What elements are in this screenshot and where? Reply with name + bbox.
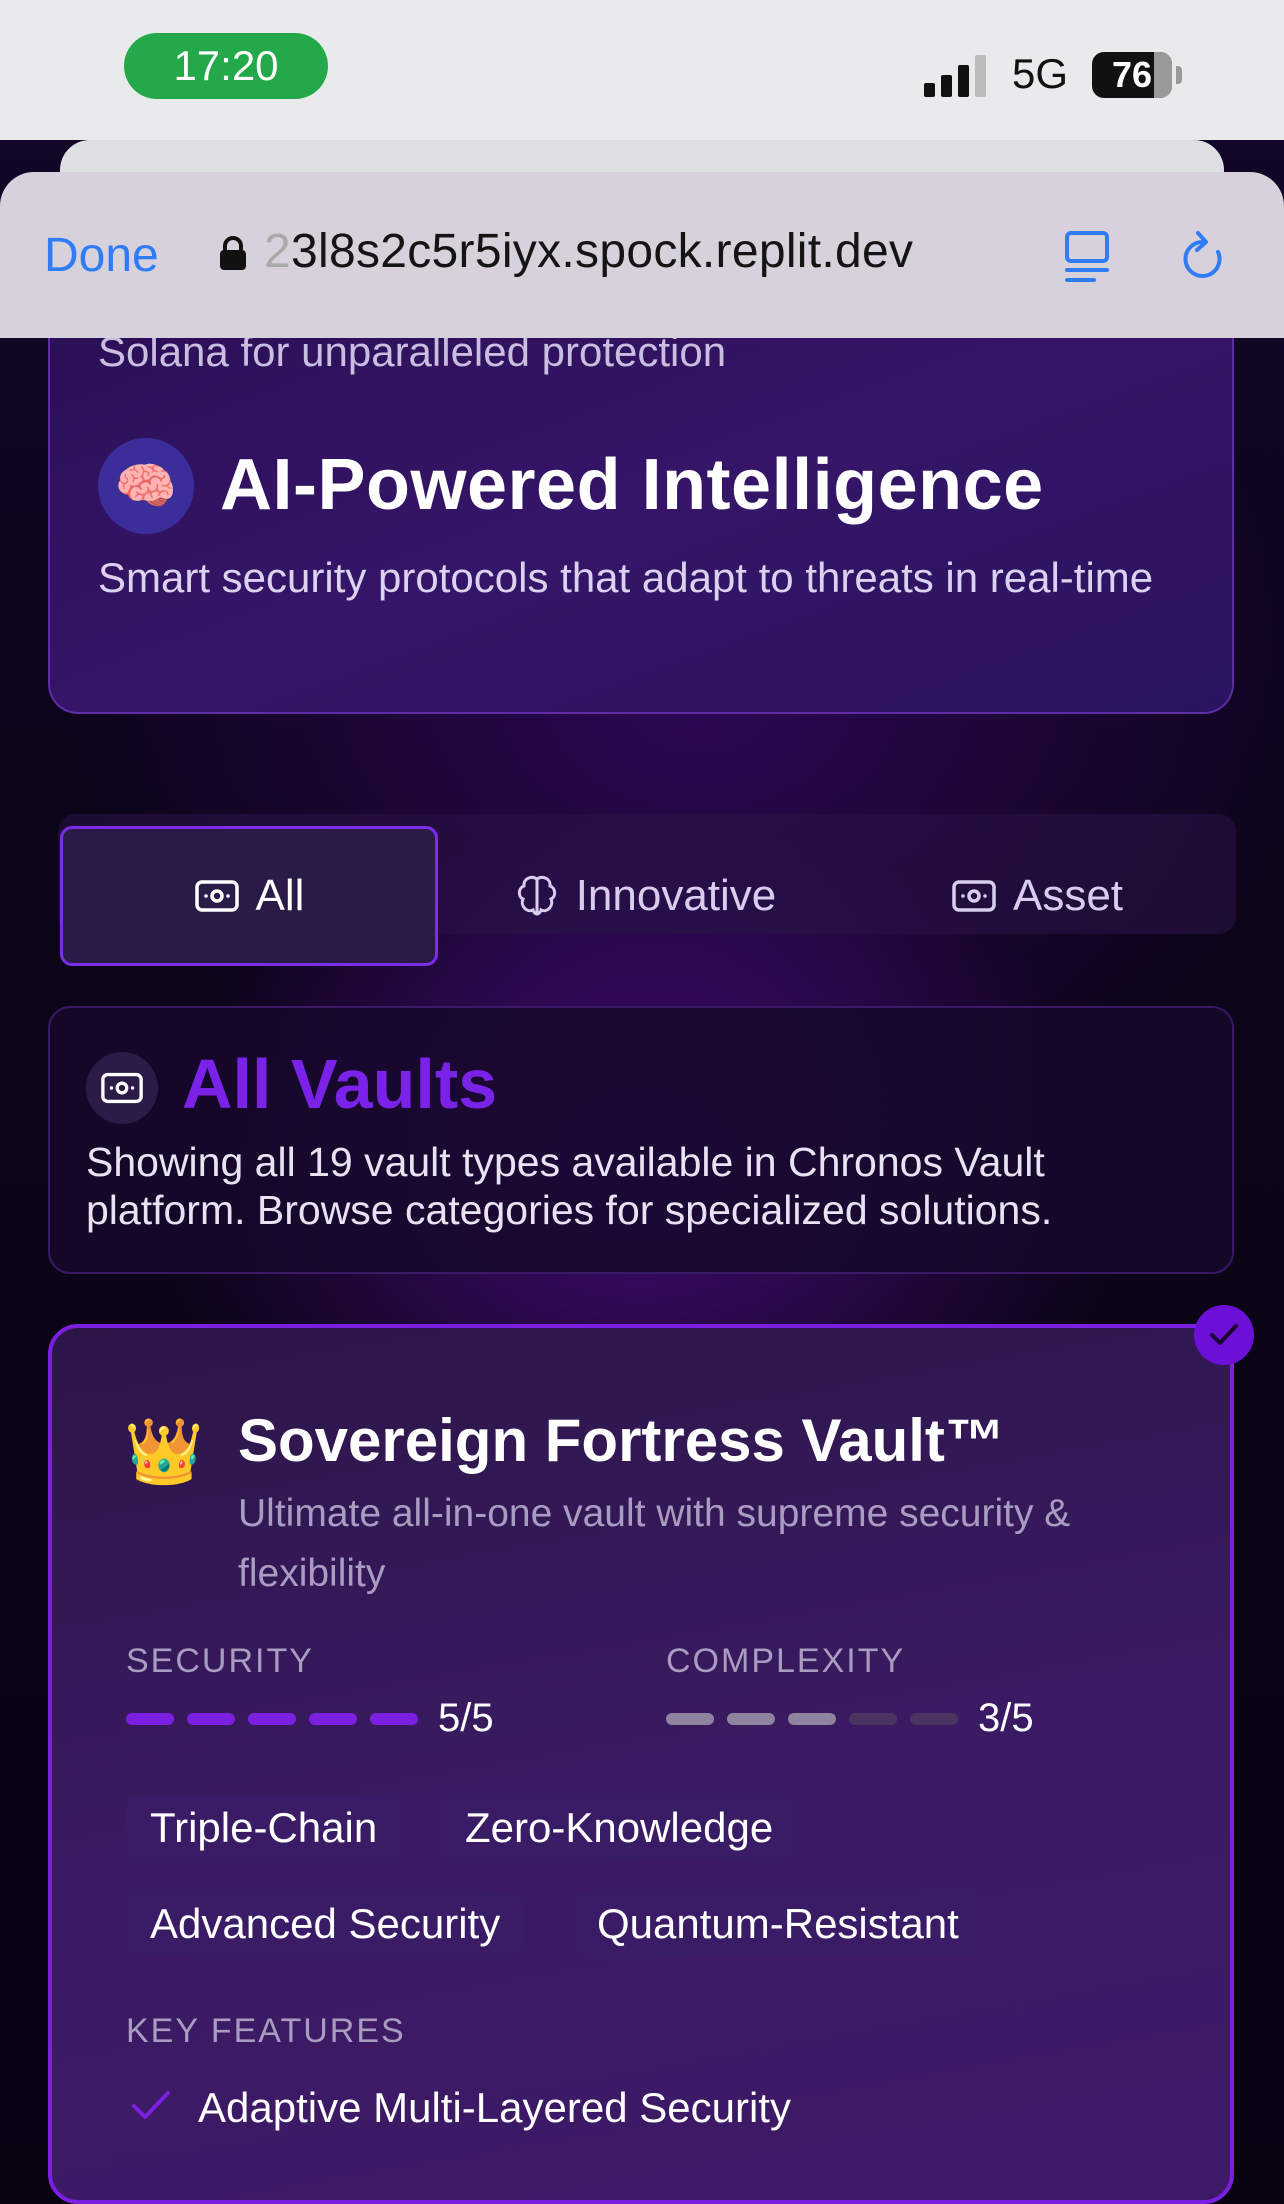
vault-icon [194,880,239,912]
url-field[interactable]: 23l8s2c5r5iyx.spock.replit.dev [264,224,913,279]
security-label: SECURITY [126,1642,314,1680]
vault-icon [952,880,996,912]
tab-asset[interactable]: Asset [944,826,1130,966]
meter-segment [666,1713,714,1725]
meter-segment [248,1713,296,1725]
feature-description: Smart security protocols that adapt to t… [98,554,1154,601]
battery-icon: 76 [1092,52,1172,98]
vault-description: Ultimate all-in-one vault with supreme s… [238,1492,1071,1595]
url-faded: 2 [264,225,291,278]
tag-zero-knowledge: Zero-Knowledge [441,1795,798,1861]
tab-all-label: All [255,871,305,920]
lock-icon [220,236,246,270]
complexity-value: 3/5 [978,1696,1034,1740]
tag-quantum-resistant: Quantum-Resistant [573,1891,983,1957]
meter-segment [788,1713,836,1725]
signal-icon [924,55,990,97]
vault-title: Sovereign Fortress Vault™ [238,1407,1005,1474]
meter-segment [727,1713,775,1725]
meter-segment [370,1713,418,1725]
security-meter [126,1713,418,1725]
tab-asset-label: Asset [1012,871,1124,920]
complexity-label: COMPLEXITY [666,1642,906,1680]
reader-icon[interactable] [1064,230,1110,284]
brain-icon [517,875,556,916]
battery-level: 76 [1111,54,1153,95]
meter-segment [309,1713,357,1725]
feature-title: AI-Powered Intelligence [220,445,1044,525]
category-description: Showing all 19 vault types available in … [86,1139,1053,1233]
status-bar: 17:20 5G 76 [0,0,1284,140]
meter-segment [910,1713,958,1725]
status-time: 17:20 [124,33,328,99]
tab-all[interactable]: All [60,826,438,966]
done-button[interactable]: Done [44,228,159,283]
selected-check-icon [1194,1305,1254,1365]
network-label: 5G [1012,50,1069,97]
tag-triple-chain: Triple-Chain [126,1795,402,1861]
feature-item: Adaptive Multi-Layered Security [198,2084,791,2131]
brain-icon: 🧠 [98,438,194,534]
tab-innovative-label: Innovative [575,871,777,920]
key-features-label: KEY FEATURES [126,2012,406,2050]
url-text: 3l8s2c5r5iyx.spock.replit.dev [291,225,914,278]
tab-innovative[interactable]: Innovative [500,826,790,966]
category-title: All Vaults [182,1045,498,1123]
browser-toolbar: Done 23l8s2c5r5iyx.spock.replit.dev [0,172,1284,338]
check-icon [132,2091,170,2119]
reload-icon[interactable] [1178,230,1228,284]
meter-segment [187,1713,235,1725]
complexity-meter [666,1713,958,1725]
meter-segment [126,1713,174,1725]
meter-segment [849,1713,897,1725]
tag-advanced-security: Advanced Security [126,1891,525,1957]
security-value: 5/5 [438,1696,494,1740]
crown-icon: 👑 [124,1415,204,1487]
battery-tip [1176,66,1182,84]
vault-icon [101,1072,143,1104]
